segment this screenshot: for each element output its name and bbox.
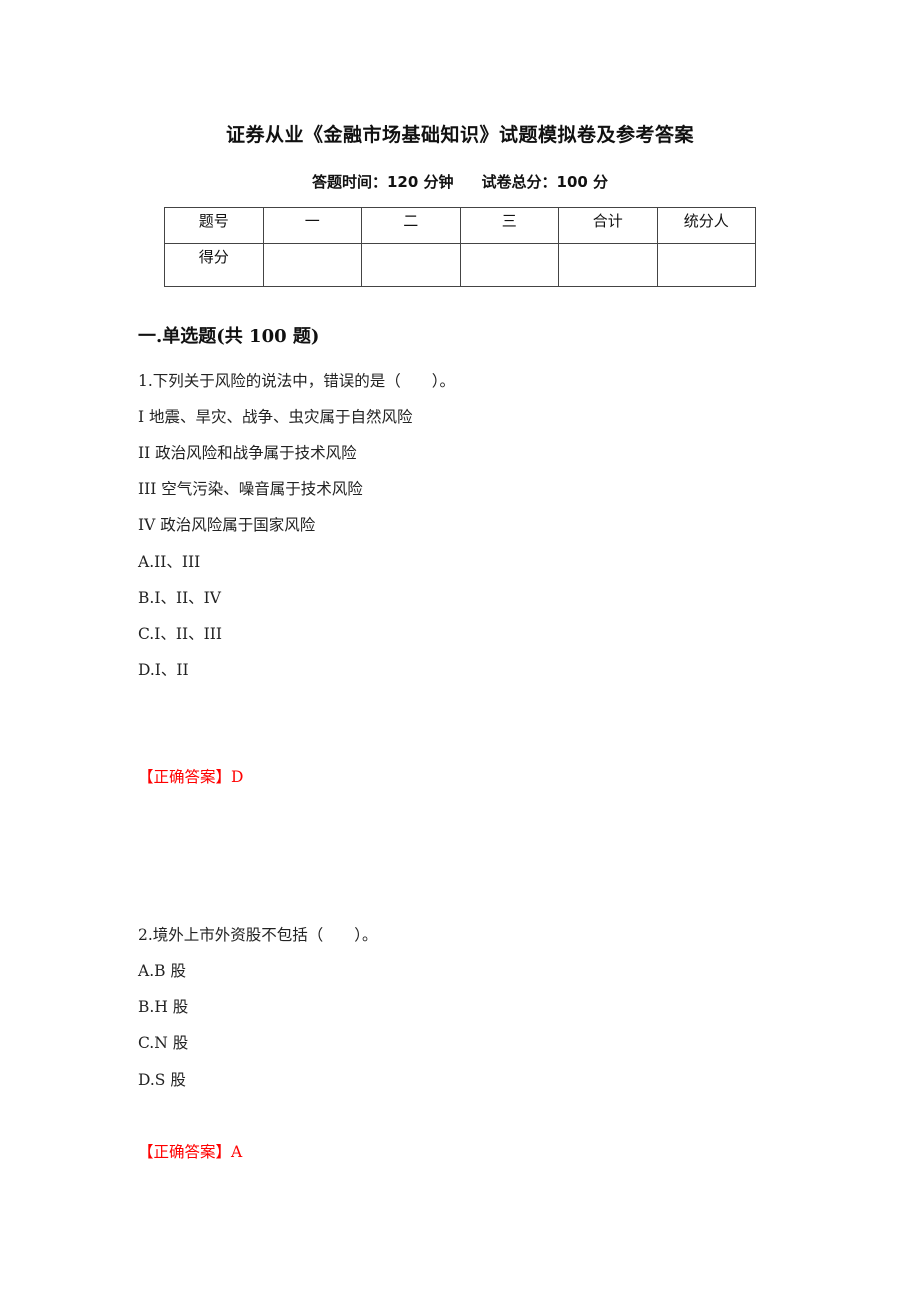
- question-1-option-b: B.I、II、IV: [138, 589, 222, 607]
- score-table-cell: [361, 243, 461, 287]
- question-1-option-c: C.I、II、III: [138, 625, 222, 643]
- score-table-score-row: 得分: [164, 243, 756, 287]
- score-table-cell: 题号: [164, 207, 264, 244]
- score-table-cell: 统分人: [656, 207, 756, 244]
- question-2-option-a: A.B 股: [138, 962, 186, 980]
- score-table-cell: [558, 243, 658, 287]
- score-table-cell: 三: [459, 207, 559, 244]
- question-1-option-d: D.I、II: [138, 661, 189, 679]
- question-1-statement: IV 政治风险属于国家风险: [138, 516, 316, 534]
- question-2-option-b: B.H 股: [138, 998, 189, 1016]
- exam-total-score: 试卷总分：100 分: [481, 173, 609, 191]
- question-2-option-c: C.N 股: [138, 1034, 189, 1052]
- exam-time: 答题时间：120 分钟: [311, 173, 454, 191]
- score-table-cell: [459, 243, 559, 287]
- score-table-cell: 得分: [164, 243, 264, 287]
- question-1-stem: 1.下列关于风险的说法中，错误的是（ ）。: [138, 372, 456, 390]
- score-table-cell: 合计: [558, 207, 658, 244]
- question-2-option-d: D.S 股: [138, 1071, 186, 1089]
- question-1-statement: III 空气污染、噪音属于技术风险: [138, 480, 363, 498]
- score-table-cell: 二: [361, 207, 461, 244]
- question-1-answer: 【正确答案】D: [138, 768, 244, 786]
- question-2-answer: 【正确答案】A: [138, 1143, 243, 1161]
- score-table: 题号 一 二 三 合计 统分人 得分: [164, 207, 756, 287]
- score-table-header-row: 题号 一 二 三 合计 统分人: [164, 207, 756, 244]
- section-heading: 一.单选题(共 100 题): [138, 326, 320, 347]
- exam-info: 答题时间：120 分钟 试卷总分：100 分: [0, 171, 920, 192]
- document-title: 证券从业《金融市场基础知识》试题模拟卷及参考答案: [225, 124, 694, 146]
- question-1-statement: II 政治风险和战争属于技术风险: [138, 444, 357, 462]
- score-table-cell: [656, 243, 756, 287]
- question-1-option-a: A.II、III: [138, 553, 201, 571]
- question-2-stem: 2.境外上市外资股不包括（ ）。: [138, 926, 378, 944]
- score-table-cell: [262, 243, 362, 287]
- score-table-cell: 一: [262, 207, 362, 244]
- question-1-statement: I 地震、旱灾、战争、虫灾属于自然风险: [138, 408, 413, 426]
